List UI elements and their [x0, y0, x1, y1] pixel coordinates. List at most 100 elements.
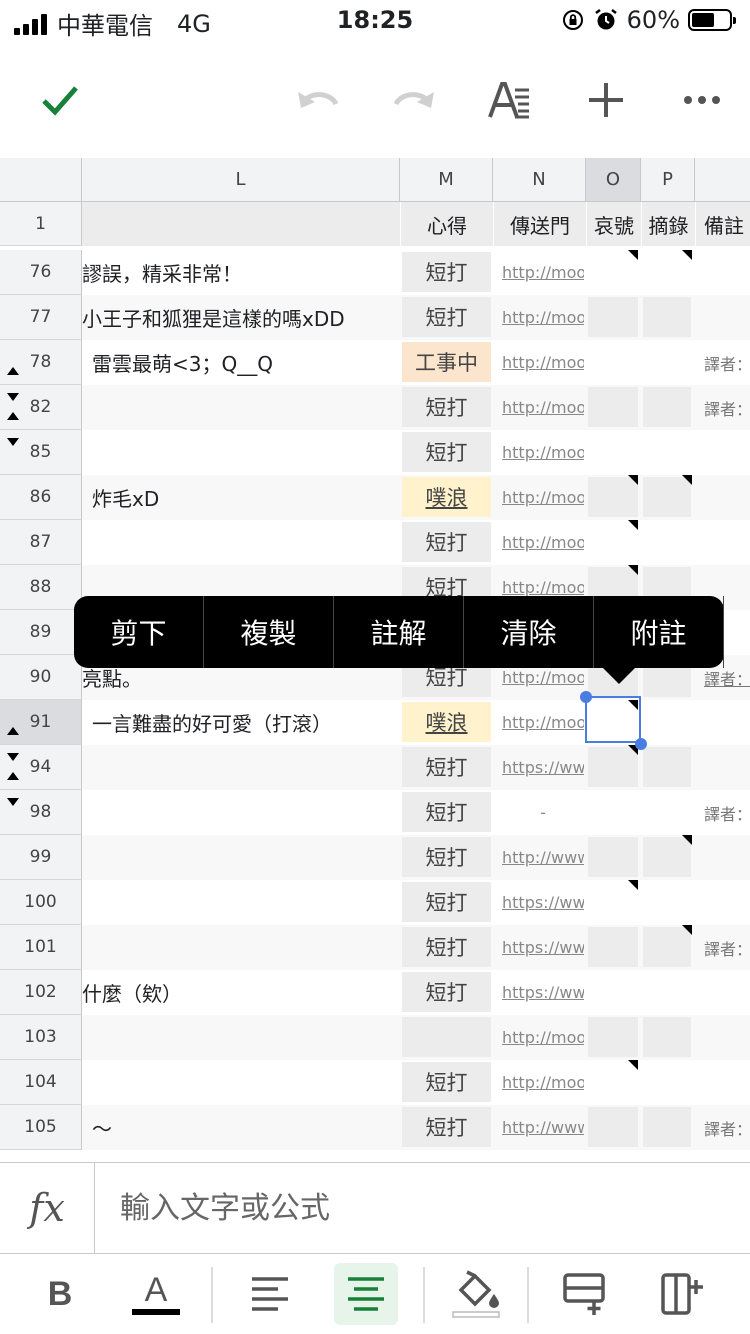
cell-n-link[interactable]: http://www	[502, 835, 584, 880]
row-header[interactable]: 103	[0, 1015, 82, 1060]
cell-p[interactable]	[643, 1107, 691, 1147]
cell-p[interactable]	[643, 747, 691, 787]
cell-remark[interactable]: 譯者：	[704, 1105, 750, 1150]
cell-remark[interactable]	[704, 430, 750, 475]
cell-remark[interactable]	[704, 295, 750, 340]
row-header[interactable]: 85	[0, 430, 82, 475]
cell-n-link[interactable]: -	[502, 790, 584, 835]
grid-corner[interactable]	[0, 158, 82, 202]
clear-menu-item[interactable]: 清除	[464, 596, 594, 668]
insert-column-button[interactable]	[650, 1263, 714, 1325]
cell-l[interactable]: 謬誤，精采非常！	[82, 250, 400, 295]
undo-button[interactable]	[288, 70, 348, 130]
selected-cell[interactable]	[585, 696, 641, 743]
selection-handle-start[interactable]	[580, 691, 592, 703]
cell-m-status[interactable]: 短打	[402, 1107, 491, 1147]
cell-n-link[interactable]: http://moo	[502, 1015, 584, 1060]
group-expand-icon[interactable]	[7, 367, 19, 375]
cell-m-status[interactable]	[402, 1017, 491, 1057]
cell-n-link[interactable]: http://moo	[502, 520, 584, 565]
bold-button[interactable]: B	[28, 1263, 92, 1325]
cell-n-link[interactable]: http://moo	[502, 700, 584, 745]
cell-m-status[interactable]: 短打	[402, 747, 491, 787]
cell-m-status[interactable]: 短打	[402, 432, 491, 472]
cell-m-status[interactable]: 短打	[402, 837, 491, 877]
cell-l[interactable]	[82, 1015, 400, 1060]
row-header[interactable]: 104	[0, 1060, 82, 1105]
cell-m-status[interactable]: 噗浪	[402, 477, 491, 517]
note-menu-item[interactable]: 附註	[594, 596, 724, 668]
cell-l[interactable]	[82, 790, 400, 835]
cell-remark[interactable]: 譯者：	[704, 385, 750, 430]
cell-remark[interactable]	[704, 970, 750, 1015]
header-cell-q[interactable]: 備註	[695, 202, 750, 246]
row-header-1[interactable]: 1	[0, 202, 82, 246]
fill-color-button[interactable]	[444, 1263, 508, 1325]
text-color-button[interactable]: A	[124, 1263, 188, 1325]
cell-n-link[interactable]: https://ww	[502, 745, 584, 790]
row-header[interactable]: 76	[0, 250, 82, 295]
header-cell-m[interactable]: 心得	[400, 202, 493, 246]
header-cell-l[interactable]	[82, 202, 400, 246]
cell-n-link[interactable]: http://www	[502, 1105, 584, 1150]
more-button[interactable]	[672, 70, 732, 130]
row-header[interactable]: 105	[0, 1105, 82, 1150]
header-cell-o[interactable]: 哀號	[586, 202, 641, 246]
group-collapse-icon[interactable]	[7, 393, 19, 401]
cell-remark[interactable]	[704, 475, 750, 520]
cell-remark[interactable]: 譯者：	[704, 925, 750, 970]
cell-n-link[interactable]: https://ww	[502, 970, 584, 1015]
column-header-p[interactable]: P	[641, 158, 695, 202]
group-collapse-icon[interactable]	[7, 438, 19, 446]
row-header[interactable]: 82	[0, 385, 82, 430]
cell-n-link[interactable]: http://moo	[502, 385, 584, 430]
row-header[interactable]: 88	[0, 565, 82, 610]
cell-n-link[interactable]: https://ww	[502, 925, 584, 970]
cell-o[interactable]	[588, 297, 638, 337]
column-header-l[interactable]: L	[82, 158, 400, 202]
comment-menu-item[interactable]: 註解	[334, 596, 464, 668]
check-button[interactable]	[30, 70, 90, 130]
row-header[interactable]: 89	[0, 610, 82, 655]
cell-n-link[interactable]: http://moo	[502, 295, 584, 340]
cell-p[interactable]	[643, 1017, 691, 1057]
row-header[interactable]: 94	[0, 745, 82, 790]
cell-o[interactable]	[588, 1107, 638, 1147]
align-left-button[interactable]	[238, 1263, 302, 1325]
row-header[interactable]: 78	[0, 340, 82, 385]
copy-menu-item[interactable]: 複製	[204, 596, 334, 668]
cell-remark[interactable]	[704, 250, 750, 295]
cell-m-status[interactable]: 短打	[402, 522, 491, 562]
cell-m-status[interactable]: 短打	[402, 387, 491, 427]
row-header[interactable]: 90	[0, 655, 82, 700]
add-button[interactable]	[576, 70, 636, 130]
group-expand-icon[interactable]	[7, 727, 19, 735]
text-format-button[interactable]	[480, 70, 540, 130]
cell-m-status[interactable]: 短打	[402, 882, 491, 922]
cell-remark[interactable]: 譯者：	[704, 340, 750, 385]
cell-l[interactable]	[82, 385, 400, 430]
cell-remark[interactable]	[704, 1060, 750, 1105]
cell-l[interactable]: 什麼（欸）	[82, 970, 400, 1015]
cell-n-link[interactable]: http://moo	[502, 250, 584, 295]
cell-m-status[interactable]: 短打	[402, 297, 491, 337]
row-header[interactable]: 91	[0, 700, 82, 745]
cell-remark[interactable]: 譯者：	[704, 790, 750, 835]
column-header-q[interactable]	[695, 158, 750, 202]
cell-l[interactable]	[82, 880, 400, 925]
cell-l[interactable]: ～	[82, 1105, 400, 1150]
column-header-m[interactable]: M	[400, 158, 493, 202]
redo-button[interactable]	[384, 70, 444, 130]
cut-menu-item[interactable]: 剪下	[74, 596, 204, 668]
cell-n-link[interactable]: https://ww	[502, 880, 584, 925]
cell-l[interactable]: 小王子和狐狸是這樣的嗎xDD	[82, 295, 400, 340]
cell-m-status[interactable]: 噗浪	[402, 702, 491, 742]
row-header[interactable]: 86	[0, 475, 82, 520]
align-center-button[interactable]	[334, 1263, 398, 1325]
cell-l[interactable]	[82, 745, 400, 790]
cell-m-status[interactable]: 工事中	[402, 342, 491, 382]
cell-p[interactable]	[643, 387, 691, 427]
cell-m-status[interactable]: 短打	[402, 1062, 491, 1102]
insert-row-button[interactable]	[552, 1263, 616, 1325]
column-header-o[interactable]: O	[586, 158, 641, 202]
